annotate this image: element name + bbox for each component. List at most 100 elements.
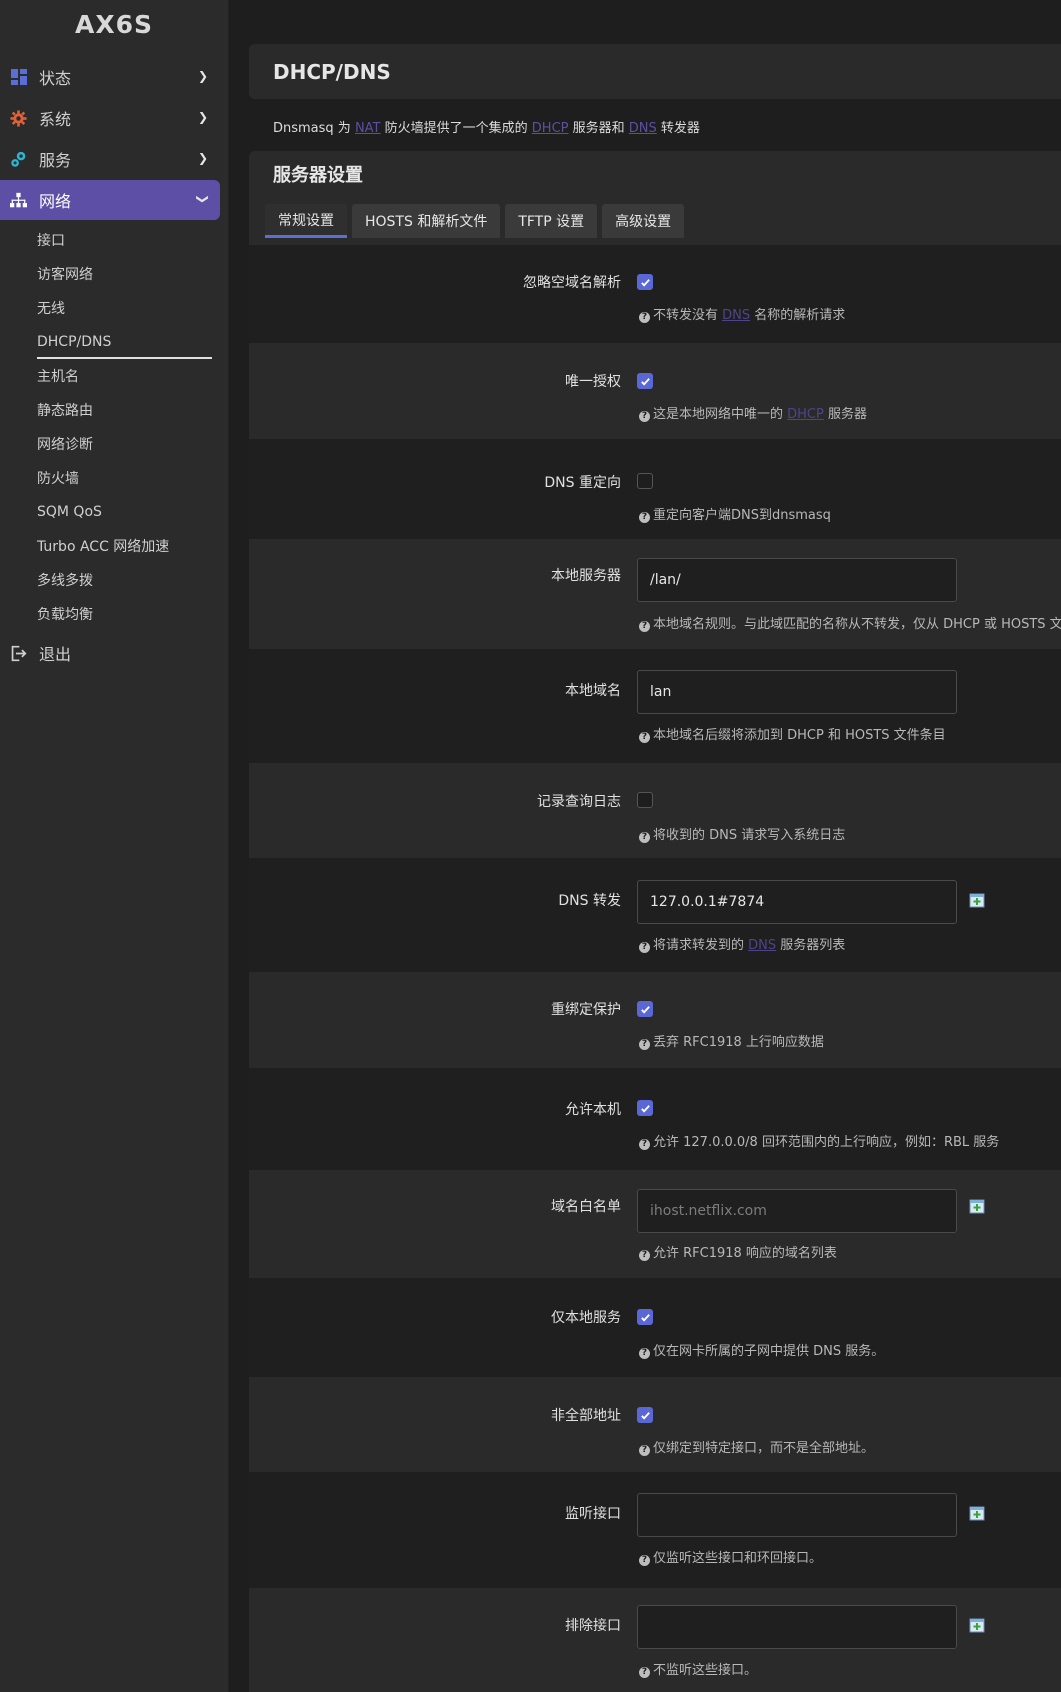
add-entry-icon[interactable] — [969, 1505, 985, 1521]
services-icon — [10, 151, 27, 168]
logout-icon — [10, 645, 27, 662]
field-label: 忽略空域名解析 — [523, 275, 621, 291]
listen-interface-input[interactable] — [637, 1493, 957, 1537]
nav-services-label: 服务 — [39, 151, 72, 170]
checkbox[interactable] — [637, 1100, 653, 1116]
nav-services[interactable]: 服务 ❯ — [0, 139, 220, 179]
help-icon: ? — [639, 512, 650, 523]
tab-advanced[interactable]: 高级设置 — [602, 204, 685, 238]
nav-logout[interactable]: 退出 — [0, 633, 220, 673]
help-icon: ? — [639, 312, 650, 323]
sub-item-firewall[interactable]: 防火墙 — [0, 461, 228, 495]
checkbox[interactable] — [637, 373, 653, 389]
sub-item-hostnames[interactable]: 主机名 — [0, 359, 228, 393]
help-text: ? 本地域名后缀将添加到 DHCP 和 HOSTS 文件条目 — [639, 724, 946, 743]
sub-item-loadbalance[interactable]: 负载均衡 — [0, 597, 228, 631]
add-entry-icon[interactable] — [969, 1198, 985, 1214]
sub-item-multiwan[interactable]: 多线多拨 — [0, 563, 228, 597]
help-icon: ? — [639, 732, 650, 743]
help-text: ? 不监听这些接口。 — [639, 1659, 757, 1678]
exclude-interface-input[interactable] — [637, 1605, 957, 1649]
local-domain-input[interactable]: lan — [637, 670, 957, 714]
nav-network-label: 网络 — [39, 192, 72, 211]
nav-logout-label: 退出 — [39, 645, 72, 664]
help-link[interactable]: DNS — [748, 938, 776, 953]
help-icon: ? — [639, 1039, 650, 1050]
checkbox[interactable] — [637, 274, 653, 290]
help-link[interactable]: DNS — [722, 308, 750, 323]
section-title: 服务器设置 — [249, 151, 1061, 197]
help-text: ? 不转发没有 DNS 名称的解析请求 — [639, 304, 845, 323]
nat-abbr[interactable]: NAT — [355, 121, 381, 136]
field-row: 本地服务器 /lan/ ? 本地域名规则。与此域匹配的名称从不转发，仅从 DHCP… — [249, 539, 1061, 649]
help-icon: ? — [639, 1667, 650, 1678]
tab-bar: 常规设置 HOSTS 和解析文件 TFTP 设置 高级设置 — [265, 197, 1061, 245]
help-text: ? 仅在网卡所属的子网中提供 DNS 服务。 — [639, 1340, 884, 1359]
sub-item-turbo-acc[interactable]: Turbo ACC 网络加速 — [0, 529, 228, 563]
help-link[interactable]: DHCP — [787, 407, 824, 422]
field-label: 非全部地址 — [551, 1408, 621, 1424]
help-text: ? 将收到的 DNS 请求写入系统日志 — [639, 824, 845, 843]
sub-item-sqm[interactable]: SQM QoS — [0, 495, 228, 529]
desc-text: 转发器 — [656, 121, 700, 136]
field-row: 非全部地址 ? 仅绑定到特定接口，而不是全部地址。 — [249, 1377, 1061, 1472]
desc-text: Dnsmasq 为 — [273, 121, 355, 136]
field-label: 本地域名 — [565, 683, 621, 699]
nav-system[interactable]: 系统 ❯ — [0, 98, 220, 138]
checkbox[interactable] — [637, 1309, 653, 1325]
dns-forward-input[interactable]: 127.0.0.1#7874 — [637, 880, 957, 924]
sidebar: AX6S 状态 ❯ 系统 ❯ 服务 ❯ 网络 ❯ 接口 访客网络 无线 DHCP… — [0, 0, 229, 1692]
chevron-down-icon: ❯ — [195, 193, 210, 205]
help-text: ? 允许 RFC1918 响应的域名列表 — [639, 1242, 837, 1261]
tab-general[interactable]: 常规设置 — [265, 204, 347, 238]
add-entry-icon[interactable] — [969, 1617, 985, 1633]
tab-hosts[interactable]: HOSTS 和解析文件 — [352, 204, 501, 238]
field-row: 唯一授权 ? 这是本地网络中唯一的 DHCP 服务器 — [249, 343, 1061, 439]
field-label: 监听接口 — [565, 1506, 621, 1522]
chevron-right-icon: ❯ — [197, 110, 208, 124]
dns-abbr[interactable]: DNS — [629, 121, 657, 136]
field-label: 重绑定保护 — [551, 1002, 621, 1018]
help-text: ? 将请求转发到的 DNS 服务器列表 — [639, 934, 845, 953]
network-icon — [10, 192, 27, 209]
checkbox[interactable] — [637, 792, 653, 808]
sub-item-dhcp-dns[interactable]: DHCP/DNS — [0, 325, 228, 359]
field-row: 域名白名单 ihost.netflix.com ? 允许 RFC1918 响应的域… — [249, 1170, 1061, 1278]
help-icon: ? — [639, 1250, 650, 1261]
sub-item-diagnostics[interactable]: 网络诊断 — [0, 427, 228, 461]
help-icon: ? — [639, 411, 650, 422]
field-label: 排除接口 — [565, 1618, 621, 1634]
checkbox[interactable] — [637, 1001, 653, 1017]
nav-system-label: 系统 — [39, 110, 72, 129]
add-entry-icon[interactable] — [969, 892, 985, 908]
checkbox[interactable] — [637, 473, 653, 489]
help-text: ? 仅绑定到特定接口，而不是全部地址。 — [639, 1437, 874, 1456]
help-icon: ? — [639, 1445, 650, 1456]
sub-item-wireless[interactable]: 无线 — [0, 291, 228, 325]
help-icon: ? — [639, 1139, 650, 1150]
brand-logo: AX6S — [74, 10, 154, 39]
help-icon: ? — [639, 621, 650, 632]
tab-tftp[interactable]: TFTP 设置 — [505, 204, 598, 238]
page-title: DHCP/DNS — [249, 44, 1061, 99]
field-row: 忽略空域名解析 ? 不转发没有 DNS 名称的解析请求 — [249, 245, 1061, 343]
field-row: 本地域名 lan ? 本地域名后缀将添加到 DHCP 和 HOSTS 文件条目 — [249, 649, 1061, 763]
local-server-input[interactable]: /lan/ — [637, 558, 957, 602]
field-row: DNS 转发 127.0.0.1#7874 ? 将请求转发到的 DNS 服务器列表 — [249, 858, 1061, 972]
help-text: ? 允许 127.0.0.0/8 回环范围内的上行响应，例如：RBL 服务 — [639, 1131, 999, 1150]
sub-item-routes[interactable]: 静态路由 — [0, 393, 228, 427]
field-label: DNS 转发 — [558, 893, 621, 909]
help-text: ? 丢弃 RFC1918 上行响应数据 — [639, 1031, 824, 1050]
sub-item-guest[interactable]: 访客网络 — [0, 257, 228, 291]
nav-status[interactable]: 状态 ❯ — [0, 57, 220, 97]
network-submenu: 接口 访客网络 无线 DHCP/DNS 主机名 静态路由 网络诊断 防火墙 SQ… — [0, 221, 228, 635]
nav-network[interactable]: 网络 ❯ — [0, 180, 220, 220]
field-label: 允许本机 — [565, 1102, 621, 1118]
help-text: ? 本地域名规则。与此域匹配的名称从不转发，仅从 DHCP 或 HOSTS 文件 — [639, 613, 1061, 632]
domain-whitelist-input[interactable]: ihost.netflix.com — [637, 1189, 957, 1233]
dhcp-abbr[interactable]: DHCP — [532, 121, 569, 136]
sub-item-interfaces[interactable]: 接口 — [0, 223, 228, 257]
server-settings: 常规设置 HOSTS 和解析文件 TFTP 设置 高级设置 忽略空域名解析 ? 不… — [249, 197, 1061, 1692]
checkbox[interactable] — [637, 1407, 653, 1423]
field-label: 记录查询日志 — [537, 794, 621, 810]
